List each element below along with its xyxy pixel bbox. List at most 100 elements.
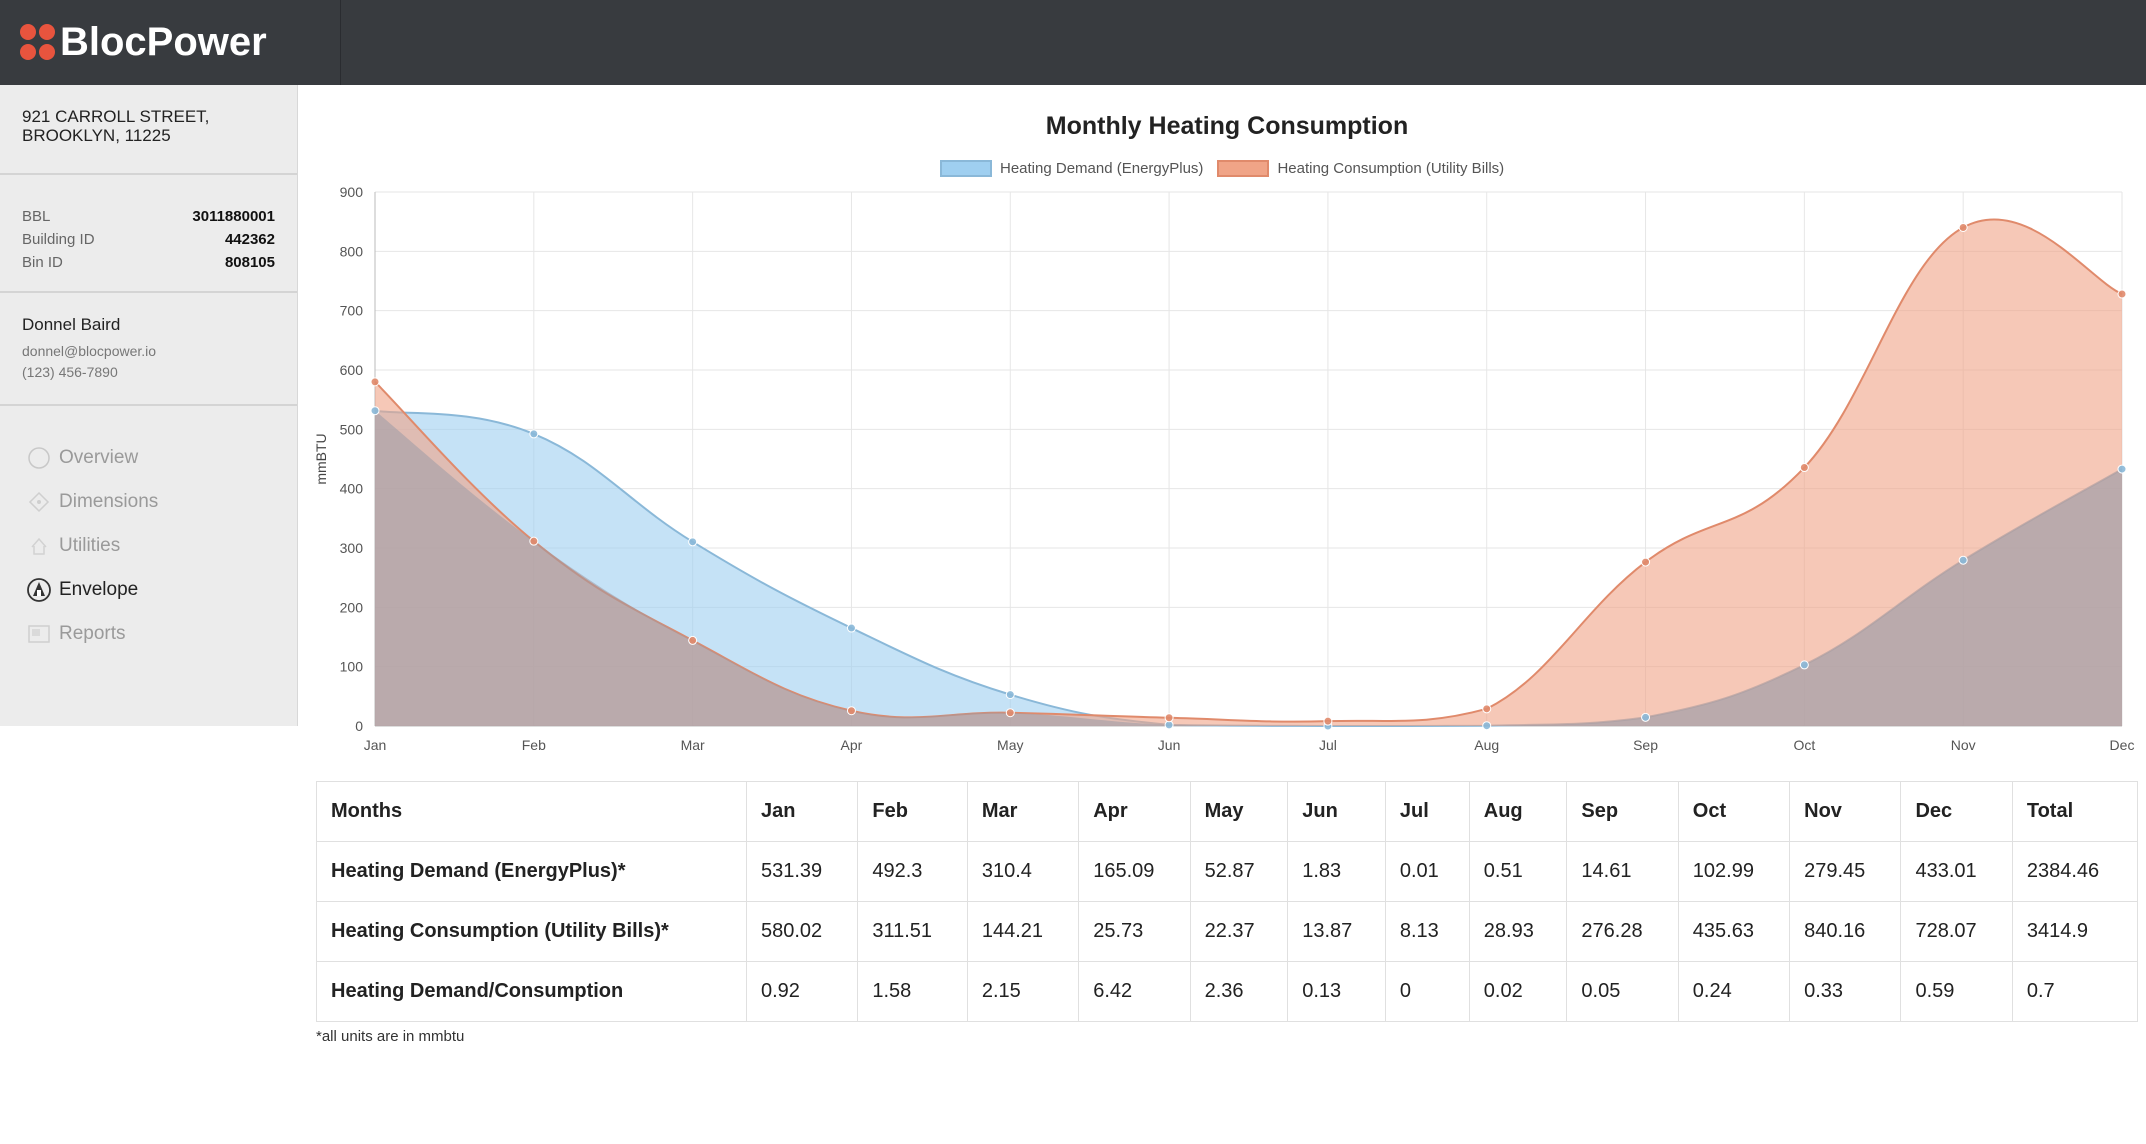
nav-item-reports[interactable]: Reports xyxy=(26,612,297,656)
data-point xyxy=(1799,660,1809,670)
table-cell: 144.21 xyxy=(966,901,1080,962)
column-header: Months xyxy=(316,781,747,842)
legend-item-demand[interactable]: Heating Demand (EnergyPlus) xyxy=(940,160,1203,177)
data-point xyxy=(529,429,539,439)
building-ids: BBL 3011880001 Building ID 442362 Bin ID… xyxy=(0,175,297,293)
contact-phone: (123) 456-7890 xyxy=(22,364,118,380)
table-cell: 276.28 xyxy=(1566,901,1679,962)
legend-swatch xyxy=(940,160,992,177)
legend-swatch xyxy=(1217,160,1270,177)
table-cell: 52.87 xyxy=(1189,841,1289,902)
table-cell: 25.73 xyxy=(1078,901,1191,962)
data-point xyxy=(846,706,856,716)
address-line-2: BROOKLYN, 11225 xyxy=(22,126,171,145)
table-cell: 728.07 xyxy=(1900,901,2013,962)
x-tick-label: Aug xyxy=(1474,737,1499,753)
data-point xyxy=(1958,555,1968,565)
contact-card: Donnel Baird donnel@blocpower.io (123) 4… xyxy=(0,293,297,406)
table-header-row: Months Jan Feb Mar Apr May Jun Jul Aug Sep Oct Nov D… xyxy=(316,781,2139,842)
x-tick-label: Jan xyxy=(364,737,387,753)
address-line-1: 921 CARROLL STREET, xyxy=(22,107,210,126)
table-cell: 3414.9 xyxy=(2011,901,2139,962)
data-point xyxy=(2117,289,2127,299)
table-row: Heating Consumption (Utility Bills)* 580.… xyxy=(316,901,2139,962)
chart-title: Monthly Heating Consumption xyxy=(1045,112,1409,140)
data-point xyxy=(688,537,698,547)
table-cell: 6.42 xyxy=(1078,961,1191,1022)
chart-canvas: 0 100 200 300 400 500 600 700 800 900 Jan Feb Mar Apr… xyxy=(313,184,2135,753)
data-table: Months Jan Feb Mar Apr May Jun Jul Aug Sep Oct Nov D… xyxy=(316,781,2139,1022)
table-body: Heating Demand (EnergyPlus)* 531.39 492.3 3… xyxy=(316,841,2139,1022)
table-cell: 0.33 xyxy=(1789,961,1902,1022)
sidebar: 921 CARROLL STREET, BROOKLYN, 11225 BBL … xyxy=(0,85,298,726)
x-tick-label: May xyxy=(997,737,1023,753)
table-cell: 310.4 xyxy=(966,841,1080,902)
utilities-icon xyxy=(26,533,52,559)
topbar-divider xyxy=(340,0,341,85)
table-cell: 2384.46 xyxy=(2011,841,2139,902)
nav-item-utilities[interactable]: Utilities xyxy=(26,524,297,568)
id-label: Building ID xyxy=(22,231,95,248)
id-label: Bin ID xyxy=(22,254,63,271)
nav-item-overview[interactable]: Overview xyxy=(26,436,297,480)
footnote: *all units are in mmbtu xyxy=(316,1028,465,1045)
data-point xyxy=(688,635,698,645)
consumption-table: Months Jan Feb Mar Apr May Jun Jul Aug Sep Oct Nov D… xyxy=(316,781,2139,1022)
brand-logo[interactable]: BlocPower xyxy=(20,16,267,68)
data-point xyxy=(1005,708,1015,718)
column-header: Total xyxy=(2011,781,2139,842)
legend-item-consumption[interactable]: Heating Consumption (Utility Bills) xyxy=(1217,160,1504,177)
x-tick-label: Oct xyxy=(1793,737,1815,753)
reports-icon xyxy=(26,621,52,647)
x-tick-label: Jun xyxy=(1158,737,1181,753)
row-label: Heating Consumption (Utility Bills)* xyxy=(316,901,747,962)
table-cell: 0 xyxy=(1384,961,1470,1022)
data-point xyxy=(2117,464,2127,474)
y-tick-label: 100 xyxy=(340,659,364,675)
table-cell: 28.93 xyxy=(1468,901,1568,962)
table-cell: 14.61 xyxy=(1566,841,1679,902)
id-row-bbl: BBL 3011880001 xyxy=(22,205,275,228)
y-tick-label: 300 xyxy=(340,540,364,556)
nav-label: Overview xyxy=(59,447,139,468)
table-cell: 0.7 xyxy=(2011,961,2139,1022)
table-cell: 13.87 xyxy=(1287,901,1386,962)
id-row-building-id: Building ID 442362 xyxy=(22,228,275,251)
table-row: Heating Demand/Consumption 0.92 1.58 2.15 6.… xyxy=(316,961,2139,1022)
building-address: 921 CARROLL STREET, BROOKLYN, 11225 xyxy=(0,85,297,175)
table-cell: 580.02 xyxy=(745,901,859,962)
sidebar-nav: Overview Dimensions Utilities Envelope R… xyxy=(0,406,297,656)
nav-item-dimensions[interactable]: Dimensions xyxy=(26,480,297,524)
data-point xyxy=(1958,223,1968,233)
x-tick-label: Nov xyxy=(1951,737,1976,753)
column-header: Apr xyxy=(1078,781,1191,842)
x-tick-label: Dec xyxy=(2110,737,2135,753)
id-value: 808105 xyxy=(224,254,275,271)
data-point xyxy=(1799,463,1809,473)
x-tick-label: Sep xyxy=(1633,737,1658,753)
contact-name: Donnel Baird xyxy=(22,315,121,334)
column-header: May xyxy=(1189,781,1289,842)
contact-email[interactable]: donnel@blocpower.io xyxy=(22,341,275,362)
data-point xyxy=(1482,721,1492,731)
table-cell: 1.83 xyxy=(1287,841,1386,902)
data-point xyxy=(370,377,380,387)
nav-label: Envelope xyxy=(59,579,139,600)
column-header: Mar xyxy=(966,781,1080,842)
data-point xyxy=(1641,712,1651,722)
table-cell: 0.24 xyxy=(1677,961,1791,1022)
column-header: Nov xyxy=(1789,781,1902,842)
y-tick-label: 600 xyxy=(340,362,364,378)
envelope-icon xyxy=(26,577,52,603)
column-header: Jul xyxy=(1384,781,1470,842)
nav-item-envelope[interactable]: Envelope xyxy=(26,568,297,612)
chart-legend: Heating Demand (EnergyPlus) Heating Cons… xyxy=(940,160,1518,177)
data-point xyxy=(1005,690,1015,700)
brand-name: BlocPower xyxy=(60,19,267,64)
data-point xyxy=(1641,557,1651,567)
table-cell: 8.13 xyxy=(1384,901,1470,962)
table-cell: 165.09 xyxy=(1078,841,1191,902)
y-tick-label: 900 xyxy=(340,184,364,200)
y-axis-label: mmBTU xyxy=(313,433,329,484)
dimensions-icon xyxy=(26,489,52,515)
